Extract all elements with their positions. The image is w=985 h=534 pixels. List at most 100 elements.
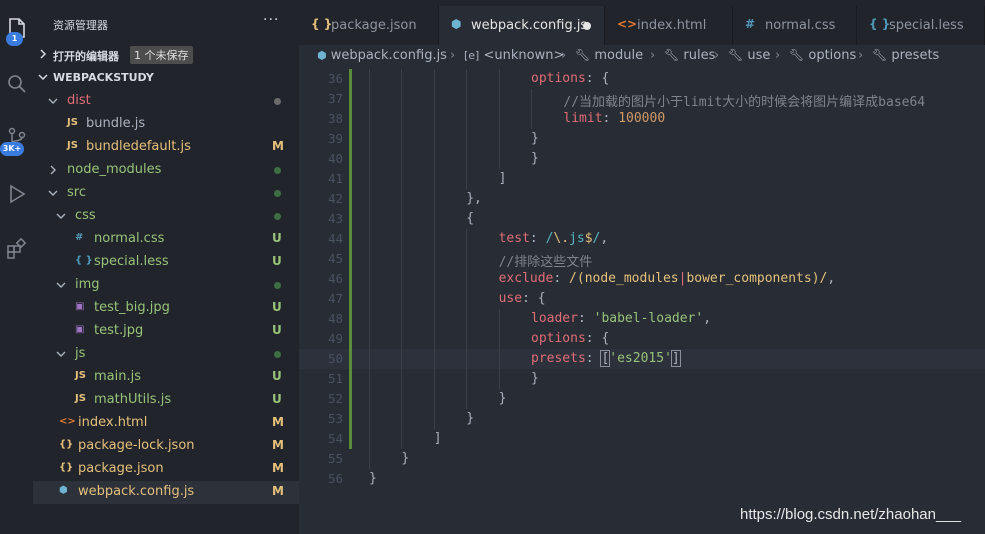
tree-item-img[interactable]: img <box>33 274 299 297</box>
tree-item-package-lock-json[interactable]: {} package-lock.json M <box>33 435 299 458</box>
code-token: : <box>577 311 594 326</box>
line-number: 51 <box>327 371 343 386</box>
indent-guide <box>466 69 468 89</box>
breadcrumb-item[interactable]: 🔧︎ use <box>728 48 770 63</box>
code-token: , <box>703 311 712 326</box>
more-actions-icon[interactable]: ··· <box>263 12 279 28</box>
code-editor[interactable]: 36 options: {37//当加载的图片小于limit大小的时候会将图片编译… <box>299 67 985 534</box>
breadcrumb-item[interactable]: 🔧︎ options <box>789 48 856 63</box>
code-token: presets <box>531 351 586 366</box>
tree-item-test-jpg[interactable]: ▣ test.jpg U <box>33 320 299 343</box>
line-number: 55 <box>327 451 343 466</box>
tree-item-js[interactable]: js <box>33 343 299 366</box>
indent-guide <box>466 369 468 389</box>
git-gutter-modified <box>349 89 352 109</box>
extensions-icon[interactable] <box>0 228 33 268</box>
debug-icon[interactable] <box>0 174 33 214</box>
code-text: presets: ['es2015'] <box>531 350 681 367</box>
tree-item-label: img <box>75 277 100 292</box>
indent-guide <box>433 129 435 149</box>
breadcrumb-item[interactable]: 🔧︎ rules <box>664 48 715 63</box>
indent-guide <box>433 369 435 389</box>
tree-item-package-json[interactable]: {} package.json M <box>33 458 299 481</box>
git-gutter-modified <box>349 189 352 209</box>
code-token: } <box>498 391 507 406</box>
search-icon[interactable] <box>0 64 33 104</box>
tab-special-less[interactable]: { } special.less <box>857 6 985 45</box>
tree-item-label: package-lock.json <box>78 438 195 453</box>
open-editors-section[interactable]: 打开的编辑器 1 个未保存 <box>33 44 299 66</box>
line-number: 53 <box>327 411 343 426</box>
code-token: node_modules <box>584 271 679 286</box>
indent-guide <box>401 409 403 429</box>
unsaved-dot-icon[interactable] <box>583 22 591 30</box>
tab-index-html[interactable]: <> index.html <box>605 6 733 45</box>
project-section[interactable]: WEBPACKSTUDY <box>33 67 299 89</box>
indent-guide <box>433 329 435 349</box>
breadcrumb-label: options <box>808 48 857 63</box>
unsaved-badge: 1 个未保存 <box>130 46 193 64</box>
breadcrumb-item[interactable]: [e] <unknown> <box>464 48 564 63</box>
indent-guide <box>466 349 468 369</box>
tree-item-label: main.js <box>94 369 141 384</box>
explorer-header: 资源管理器 ··· <box>33 0 299 45</box>
tree-item-normal-css[interactable]: # normal.css U <box>33 228 299 251</box>
indent-guide <box>433 389 435 409</box>
code-token: , <box>827 271 836 286</box>
tree-item-label: package.json <box>78 461 164 476</box>
indent-guide <box>498 329 500 349</box>
tree-item-index-html[interactable]: <> index.html M <box>33 412 299 435</box>
line-number: 37 <box>327 91 343 106</box>
breadcrumb-item[interactable]: 🔧︎ module <box>575 48 643 63</box>
tree-item-css[interactable]: css <box>33 205 299 228</box>
indent-guide <box>401 429 403 449</box>
code-token: //排除这些文件 <box>498 255 593 270</box>
tree-item-src[interactable]: src <box>33 182 299 205</box>
indent-guide <box>466 389 468 409</box>
breadcrumb-label: rules <box>683 48 716 63</box>
tree-item-mathutils-js[interactable]: JS mathUtils.js U <box>33 389 299 412</box>
tree-item-node-modules[interactable]: node_modules <box>33 159 299 182</box>
file-type-icon: { } <box>311 17 333 31</box>
code-token: } <box>401 451 410 466</box>
breadcrumb-item[interactable]: ⬢ webpack.config.js <box>317 48 447 63</box>
image-file-icon: ▣ <box>75 324 85 335</box>
line-number: 41 <box>327 171 343 186</box>
open-editors-label: 打开的编辑器 <box>53 50 119 63</box>
tree-item-bundle-js[interactable]: JS bundle.js <box>33 113 299 136</box>
tab-normal-css[interactable]: # normal.css <box>733 6 857 45</box>
tree-item-test-big-jpg[interactable]: ▣ test_big.jpg U <box>33 297 299 320</box>
code-line: 51} <box>299 369 985 389</box>
git-status-badge: U <box>272 323 282 337</box>
code-token: ] <box>433 431 442 446</box>
git-gutter-modified <box>349 109 352 129</box>
tree-item-special-less[interactable]: { } special.less U <box>33 251 299 274</box>
code-line: 54] <box>299 429 985 449</box>
chevron-down-icon <box>47 95 59 111</box>
javascript-file-icon: JS <box>67 140 78 151</box>
code-token: js <box>569 231 585 246</box>
code-text: }, <box>466 191 482 206</box>
git-status-badge: U <box>272 369 282 383</box>
indent-guide <box>369 69 370 89</box>
chevron-right-icon: › <box>561 48 567 63</box>
tree-item-webpack-config-js[interactable]: ⬢ webpack.config.js M <box>33 481 299 504</box>
tab-package-json[interactable]: { } package.json <box>299 6 439 45</box>
line-number: 49 <box>327 331 343 346</box>
tree-item-bundledefault-js[interactable]: JS bundledefault.js M <box>33 136 299 159</box>
indent-guide <box>433 169 435 189</box>
indent-guide <box>433 289 435 309</box>
code-token: /( <box>569 271 585 286</box>
indent-guide <box>369 429 370 449</box>
tree-item-main-js[interactable]: JS main.js U <box>33 366 299 389</box>
indent-guide <box>433 249 435 269</box>
line-number: 43 <box>327 211 343 226</box>
git-status-badge: M <box>272 484 284 498</box>
code-line: 41] <box>299 169 985 189</box>
code-text: } <box>369 471 377 486</box>
code-token: $ <box>584 231 593 246</box>
tree-item-dist[interactable]: dist <box>33 90 299 113</box>
breadcrumb-item[interactable]: 🔧︎ presets <box>872 48 939 63</box>
tab-webpack-config-js[interactable]: ⬢ webpack.config.js <box>439 6 605 45</box>
indent-guide <box>369 149 370 169</box>
